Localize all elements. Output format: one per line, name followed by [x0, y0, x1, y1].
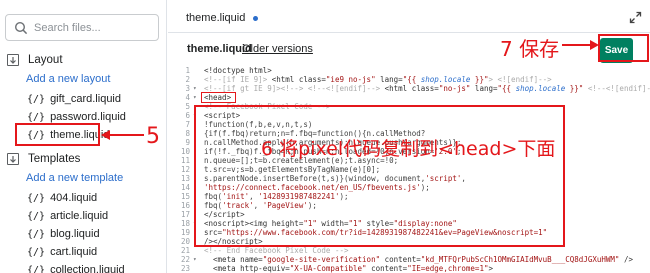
line-number: 11 — [180, 156, 190, 165]
code-line: <!-- End Facebook Pixel Code --> — [204, 246, 349, 255]
layout-section-toggle[interactable]: Layout — [7, 52, 63, 68]
line-number: 5 — [185, 102, 190, 111]
line-number: 17 — [180, 210, 190, 219]
file-collection[interactable]: {/} collection.liquid — [27, 262, 125, 273]
search-icon — [14, 21, 28, 35]
liquid-file-icon: {/} — [27, 111, 46, 123]
templates-heading: Templates — [28, 153, 81, 165]
line-number: 4 — [185, 93, 190, 102]
line-number: 12 — [180, 165, 190, 174]
line-number: 9 — [185, 138, 190, 147]
file-cart[interactable]: {/} cart.liquid — [27, 244, 97, 260]
arrow-5 — [101, 130, 144, 140]
line-number: 3 — [185, 84, 190, 93]
highlight-head-tag — [201, 92, 236, 103]
arrow-7 — [562, 40, 599, 50]
line-number: 18 — [180, 219, 190, 228]
add-template-link[interactable]: Add a new template — [26, 172, 123, 184]
liquid-file-icon: {/} — [27, 192, 46, 204]
file-gift-card[interactable]: {/} gift_card.liquid — [27, 91, 121, 107]
annotation-step-5: 5 — [146, 124, 160, 149]
file-article[interactable]: {/} article.liquid — [27, 208, 108, 224]
file-blog[interactable]: {/} blog.liquid — [27, 226, 100, 242]
tab-theme-liquid[interactable]: theme.liquid — [186, 12, 259, 24]
line-number: 8 — [185, 129, 190, 138]
code-line: <meta name="google-site-verification" co… — [204, 255, 633, 264]
collapse-icon — [7, 153, 19, 165]
file-404[interactable]: {/} 404.liquid — [27, 190, 97, 206]
line-number: 13 — [180, 174, 190, 183]
code-line: <meta http-equiv="X-UA-Compatible" conte… — [204, 264, 493, 273]
search-box[interactable] — [5, 14, 159, 41]
liquid-file-icon: {/} — [27, 228, 46, 240]
older-versions-link[interactable]: Older versions — [242, 43, 313, 55]
code-editor[interactable]: 1 2 3 ▾ 4 ▾ 5 6 ▾ 7 8 9 10 11 12 13 14 15 16 17 18 ▾ 19 20 21 22 ▾… — [168, 65, 650, 273]
line-number: 1 — [185, 66, 190, 75]
line-number: 22 — [180, 255, 190, 264]
add-layout-link[interactable]: Add a new layout — [26, 73, 110, 85]
line-number: 23 — [180, 264, 190, 273]
annotation-step-6: 6 将pixel代码复制到<head>下面 — [261, 138, 556, 160]
unsaved-dot — [253, 15, 259, 21]
line-number: 15 — [180, 192, 190, 201]
highlight-theme-file — [15, 123, 100, 146]
collapse-icon — [7, 54, 19, 66]
line-number: 6 — [185, 111, 190, 120]
line-number: 21 — [180, 246, 190, 255]
highlight-save-button — [598, 34, 649, 62]
liquid-file-icon: {/} — [27, 246, 46, 258]
search-input[interactable] — [34, 18, 154, 38]
editor-tab-bar: theme.liquid — [168, 0, 650, 33]
line-number: 19 — [180, 228, 190, 237]
fold-toggle-icon[interactable]: ▾ — [193, 256, 197, 263]
liquid-file-icon: {/} — [27, 210, 46, 222]
layout-heading: Layout — [28, 54, 63, 66]
expand-icon[interactable] — [629, 11, 642, 24]
line-number: 14 — [180, 183, 190, 192]
code-line: <!--[if gt IE 9]><!--> <!--<![endif]--> … — [204, 84, 650, 93]
line-number: 10 — [180, 147, 190, 156]
liquid-file-icon: {/} — [27, 264, 46, 273]
highlight-pixel-code — [194, 105, 565, 247]
templates-section-toggle[interactable]: Templates — [7, 151, 80, 167]
line-number: 7 — [185, 120, 190, 129]
code-line: <!doctype html> — [204, 66, 272, 75]
line-number: 2 — [185, 75, 190, 84]
fold-toggle-icon[interactable]: ▾ — [193, 85, 197, 92]
code-line: <!--[if IE 9]> <html class="ie9 no-js" l… — [204, 75, 552, 84]
fold-toggle-icon[interactable]: ▾ — [193, 94, 197, 101]
line-number: 16 — [180, 201, 190, 210]
annotation-step-7: 7 保存 — [500, 37, 560, 61]
liquid-file-icon: {/} — [27, 93, 46, 105]
line-number: 20 — [180, 237, 190, 246]
